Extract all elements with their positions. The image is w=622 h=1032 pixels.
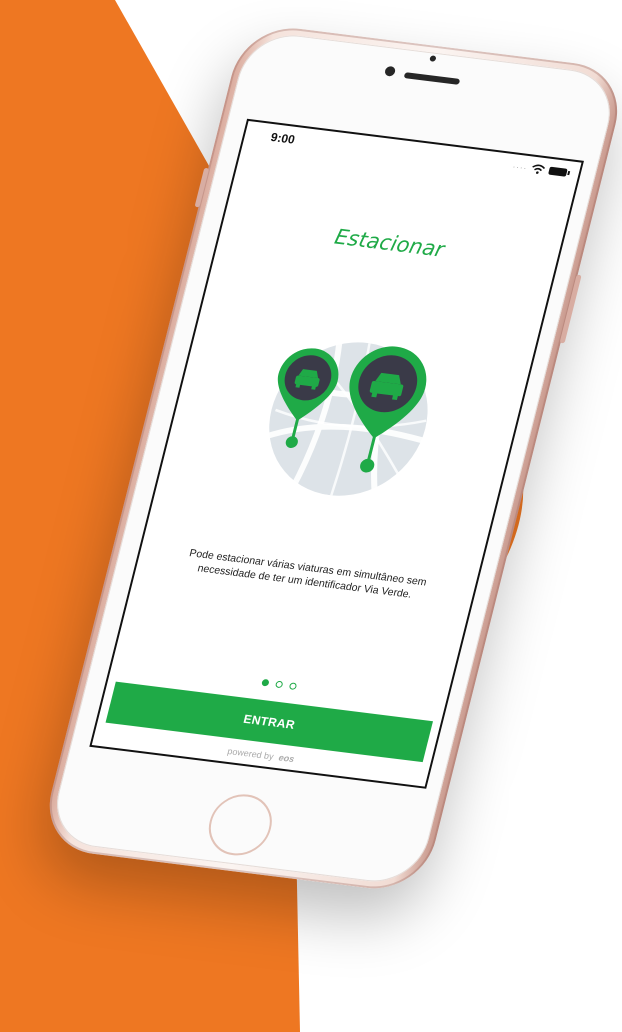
page-dot-3[interactable] bbox=[288, 682, 297, 690]
onboarding-description: Pode estacionar várias viaturas em simul… bbox=[188, 547, 428, 601]
powered-by-label: powered by bbox=[226, 746, 275, 762]
signal-dots-icon: ···· bbox=[511, 161, 529, 173]
status-icons: ···· bbox=[512, 161, 568, 177]
battery-icon bbox=[548, 166, 568, 177]
page-dot-2[interactable] bbox=[274, 680, 283, 689]
eos-logo: eos bbox=[277, 752, 296, 765]
parking-location-pins-icon bbox=[264, 341, 430, 496]
wifi-icon bbox=[532, 164, 546, 174]
status-time: 9:00 bbox=[269, 130, 297, 147]
page-dot-1[interactable] bbox=[260, 678, 270, 687]
screen-title: Estacionar bbox=[332, 224, 447, 262]
